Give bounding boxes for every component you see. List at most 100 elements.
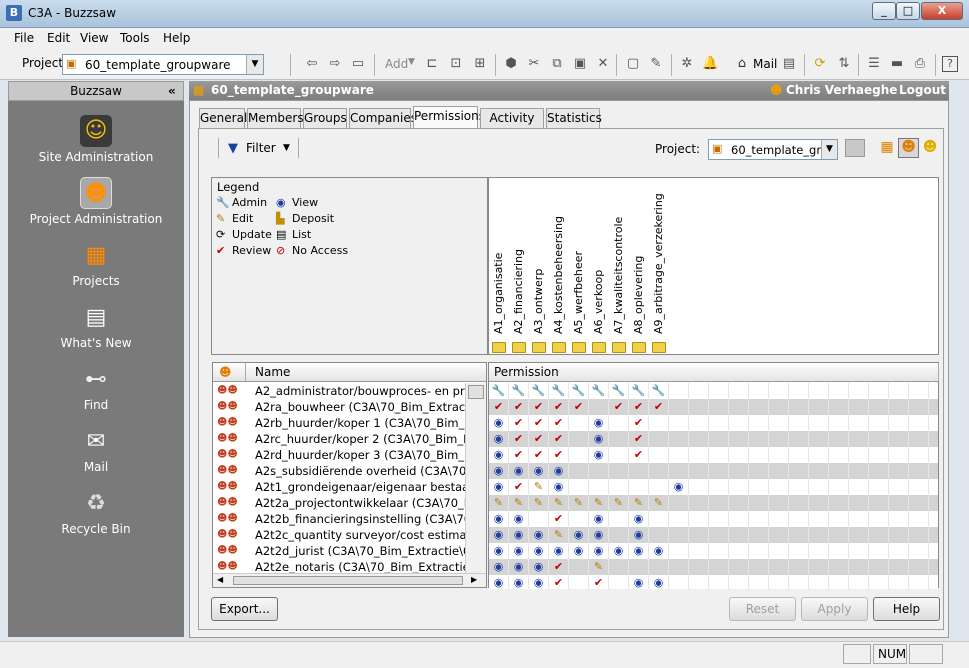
- permission-cell[interactable]: [709, 527, 729, 543]
- check-icon[interactable]: ✔: [549, 511, 569, 527]
- eye-icon[interactable]: ◉: [489, 575, 509, 589]
- link-icon[interactable]: ⊞: [472, 56, 488, 72]
- permission-cell[interactable]: [589, 463, 609, 479]
- permission-cell[interactable]: [749, 431, 769, 447]
- permission-cell[interactable]: [749, 399, 769, 415]
- permission-cell[interactable]: [709, 543, 729, 559]
- permission-cell[interactable]: [709, 479, 729, 495]
- forward-icon[interactable]: ⇨: [327, 56, 343, 72]
- check-icon[interactable]: ✔: [649, 399, 669, 415]
- permission-cell[interactable]: [829, 495, 849, 511]
- eye-icon[interactable]: ◉: [629, 511, 649, 527]
- permission-cell[interactable]: [889, 447, 909, 463]
- filter-icon[interactable]: ▼: [228, 141, 238, 156]
- scroll-thumb[interactable]: [468, 385, 484, 399]
- permission-cell[interactable]: [829, 543, 849, 559]
- permission-cell[interactable]: [569, 463, 589, 479]
- menu-file[interactable]: File: [14, 31, 34, 45]
- eye-icon[interactable]: ◉: [549, 543, 569, 559]
- paste-icon[interactable]: ▣: [572, 56, 588, 72]
- permission-cell[interactable]: [609, 463, 629, 479]
- eye-icon[interactable]: ◉: [489, 511, 509, 527]
- permission-cell[interactable]: [909, 463, 929, 479]
- permission-cell[interactable]: [609, 511, 629, 527]
- eye-icon[interactable]: ◉: [589, 511, 609, 527]
- permission-cell[interactable]: [769, 383, 789, 399]
- export-button[interactable]: Export...: [211, 597, 278, 621]
- permission-cell[interactable]: [649, 527, 669, 543]
- permission-cell[interactable]: [729, 479, 749, 495]
- permission-cell[interactable]: [629, 463, 649, 479]
- permission-cell[interactable]: [809, 463, 829, 479]
- permission-cell[interactable]: [789, 431, 809, 447]
- permission-cell[interactable]: [689, 511, 709, 527]
- permission-cell[interactable]: [569, 575, 589, 589]
- permission-cell[interactable]: [849, 575, 869, 589]
- project-admin-icon[interactable]: ☻: [80, 177, 112, 209]
- permission-cell[interactable]: [689, 527, 709, 543]
- permission-cell[interactable]: [569, 431, 589, 447]
- permission-cell[interactable]: [749, 415, 769, 431]
- permission-cell[interactable]: [809, 559, 829, 575]
- permission-cell[interactable]: [669, 383, 689, 399]
- publish-icon[interactable]: ⬢: [503, 56, 519, 72]
- permission-cell[interactable]: [729, 399, 749, 415]
- permission-cell[interactable]: [889, 543, 909, 559]
- header-user-name[interactable]: Chris Verhaeghe: [786, 83, 897, 97]
- mail-button[interactable]: Mail: [753, 57, 777, 71]
- permission-cell[interactable]: [889, 463, 909, 479]
- permission-cell[interactable]: [849, 431, 869, 447]
- eye-icon[interactable]: ◉: [509, 543, 529, 559]
- permission-cell[interactable]: [909, 527, 929, 543]
- eye-icon[interactable]: ◉: [569, 527, 589, 543]
- reset-button[interactable]: Reset: [729, 597, 796, 621]
- permission-cell[interactable]: [889, 383, 909, 399]
- permission-cell[interactable]: [749, 575, 769, 589]
- check-icon[interactable]: ✔: [629, 415, 649, 431]
- eye-icon[interactable]: ◉: [489, 479, 509, 495]
- permission-cell[interactable]: [689, 383, 709, 399]
- envelope-icon[interactable]: ✉: [80, 426, 112, 458]
- eye-icon[interactable]: ◉: [529, 463, 549, 479]
- permission-cell[interactable]: [789, 399, 809, 415]
- help-icon[interactable]: ?: [942, 56, 958, 72]
- permission-cell[interactable]: [669, 575, 689, 589]
- permission-cell[interactable]: [809, 447, 829, 463]
- permission-cell[interactable]: [749, 383, 769, 399]
- permission-cell[interactable]: [729, 463, 749, 479]
- permission-cell[interactable]: [569, 559, 589, 575]
- pencil-icon[interactable]: ✎: [529, 495, 549, 511]
- permission-cell[interactable]: [609, 575, 629, 589]
- eye-icon[interactable]: ◉: [509, 559, 529, 575]
- eye-icon[interactable]: ◉: [529, 527, 549, 543]
- permission-cell[interactable]: [669, 495, 689, 511]
- permission-cell[interactable]: [709, 559, 729, 575]
- eye-icon[interactable]: ◉: [609, 543, 629, 559]
- permission-cell[interactable]: [669, 415, 689, 431]
- logout-link[interactable]: Logout: [899, 83, 946, 97]
- permission-cell[interactable]: [769, 463, 789, 479]
- table-row[interactable]: ☻☻ A2t2b_financieringsinstelling (C3A\70_…: [213, 511, 465, 527]
- permission-cell[interactable]: [869, 575, 889, 589]
- permission-cell[interactable]: [689, 415, 709, 431]
- chevron-down-icon[interactable]: ▼: [821, 140, 837, 159]
- cut-icon[interactable]: ✂: [526, 56, 542, 72]
- eye-icon[interactable]: ◉: [529, 559, 549, 575]
- sync-icon[interactable]: ⇅: [836, 56, 852, 72]
- permission-cell[interactable]: [809, 415, 829, 431]
- wrench-icon[interactable]: 🔧: [549, 383, 569, 399]
- table-row[interactable]: ☻☻ A2t2a_projectontwikkelaar (C3A\70_Bi..: [213, 495, 465, 511]
- scroll-thumb[interactable]: [233, 576, 463, 585]
- permission-cell[interactable]: [709, 463, 729, 479]
- permission-cell[interactable]: [809, 431, 829, 447]
- web-icon[interactable]: ▤: [781, 56, 797, 72]
- permission-cell[interactable]: [829, 511, 849, 527]
- permission-cell[interactable]: [849, 495, 869, 511]
- comment-icon[interactable]: ▢: [625, 56, 641, 72]
- eye-icon[interactable]: ◉: [549, 479, 569, 495]
- pencil-icon[interactable]: ✎: [549, 527, 569, 543]
- check-icon[interactable]: ✔: [489, 399, 509, 415]
- wrench-icon[interactable]: 🔧: [509, 383, 529, 399]
- permission-cell[interactable]: [589, 479, 609, 495]
- permission-cell[interactable]: [789, 463, 809, 479]
